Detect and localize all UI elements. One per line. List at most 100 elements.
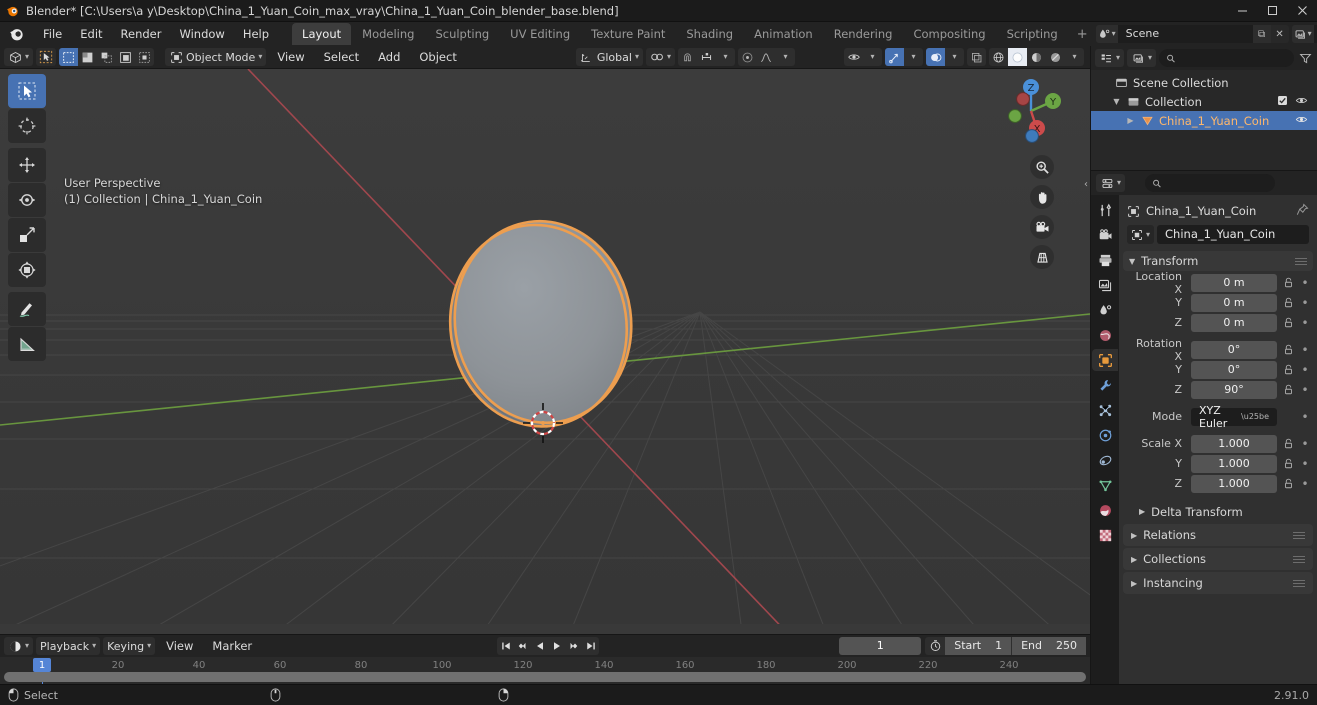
location-x-field[interactable]: 0 m xyxy=(1191,273,1277,292)
animate-property-dot[interactable]: • xyxy=(1299,363,1311,377)
object-data-tab[interactable] xyxy=(1092,474,1118,496)
viewport-sidebar-toggle[interactable]: ‹ xyxy=(1084,179,1088,190)
viewport-menu-select[interactable]: Select xyxy=(316,48,367,66)
workspace-tab-scripting[interactable]: Scripting xyxy=(997,23,1068,45)
unlink-scene-button[interactable]: ✕ xyxy=(1271,25,1289,43)
lock-icon[interactable] xyxy=(1281,277,1295,289)
view-axis-gizmo[interactable]: Z Y X xyxy=(994,74,1068,148)
outliner-editor-type-selector[interactable]: ▾ xyxy=(1095,49,1125,67)
modifiers-tab[interactable] xyxy=(1092,374,1118,396)
show-gizmo-icon[interactable] xyxy=(885,48,904,66)
zoom-icon[interactable] xyxy=(1030,155,1054,179)
previous-keyframe-icon[interactable] xyxy=(514,637,531,655)
properties-search[interactable] xyxy=(1145,174,1276,192)
animate-property-dot[interactable]: • xyxy=(1299,343,1311,357)
view-layer-tab[interactable] xyxy=(1092,274,1118,296)
object-expander[interactable]: ▶ xyxy=(1125,116,1136,125)
viewport-menu-view[interactable]: View xyxy=(269,48,312,66)
minimize-button[interactable] xyxy=(1227,0,1257,22)
pan-hand-icon[interactable] xyxy=(1030,185,1054,209)
scene-name[interactable]: Scene xyxy=(1117,25,1253,43)
end-frame-field[interactable]: End 250 xyxy=(1012,636,1086,655)
world-tab[interactable] xyxy=(1092,324,1118,346)
instancing-panel[interactable]: ▶ Instancing xyxy=(1123,572,1313,594)
rotate-tool[interactable] xyxy=(8,183,46,217)
lock-icon[interactable] xyxy=(1281,344,1295,356)
rotation-mode-dropdown[interactable]: XYZ Euler \u25be xyxy=(1191,404,1277,430)
scale-z-field[interactable]: 1.000 xyxy=(1191,474,1277,493)
annotate-tool[interactable] xyxy=(8,292,46,326)
workspace-tab-modeling[interactable]: Modeling xyxy=(352,23,424,45)
snap-pivot-selector[interactable]: ▾ xyxy=(645,48,675,66)
object-datablock-selector[interactable]: ▾ xyxy=(1127,225,1155,244)
play-icon[interactable] xyxy=(548,637,565,655)
workspace-tab-sculpting[interactable]: Sculpting xyxy=(425,23,499,45)
animate-property-dot[interactable]: • xyxy=(1299,477,1311,491)
animate-property-dot[interactable]: • xyxy=(1299,316,1311,330)
toggle-perspective-icon[interactable] xyxy=(1030,245,1054,269)
scene-tab[interactable] xyxy=(1092,299,1118,321)
outliner-row-scene-collection[interactable]: Scene Collection xyxy=(1091,73,1317,92)
next-keyframe-icon[interactable] xyxy=(565,637,582,655)
menu-help[interactable]: Help xyxy=(234,24,278,44)
move-tool[interactable] xyxy=(8,148,46,182)
outliner-row-china-1-yuan-coin[interactable]: ▶ China_1_Yuan_Coin xyxy=(1091,111,1317,130)
cursor-tool[interactable] xyxy=(8,109,46,143)
location-z-field[interactable]: 0 m xyxy=(1191,313,1277,332)
animate-property-dot[interactable]: • xyxy=(1299,276,1311,290)
viewport-menu-add[interactable]: Add xyxy=(370,48,408,66)
filter-icon[interactable] xyxy=(1297,52,1313,65)
workspace-tab-texture-paint[interactable]: Texture Paint xyxy=(581,23,675,45)
workspace-tab-compositing[interactable]: Compositing xyxy=(903,23,995,45)
select-invert-icon[interactable] xyxy=(116,48,135,66)
texture-tab[interactable] xyxy=(1092,524,1118,546)
new-scene-button[interactable]: ⧉ xyxy=(1252,25,1271,43)
view-layer-name[interactable]: View Layer xyxy=(1313,25,1317,43)
collection-expander[interactable]: ▼ xyxy=(1111,97,1122,106)
animate-property-dot[interactable]: • xyxy=(1299,383,1311,397)
object-visibility-eye-icon[interactable] xyxy=(1295,114,1308,128)
workspace-tab-animation[interactable]: Animation xyxy=(744,23,823,45)
tool-tab[interactable] xyxy=(1092,199,1118,221)
timeline-ruler[interactable]: 1 20 40 60 80 100 120 140 160 180 200 22… xyxy=(0,657,1090,684)
constraints-tab[interactable] xyxy=(1092,449,1118,471)
snap-magnet-icon[interactable] xyxy=(678,48,697,66)
animate-property-dot[interactable]: • xyxy=(1299,457,1311,471)
measure-tool[interactable] xyxy=(8,327,46,361)
render-tab[interactable] xyxy=(1092,224,1118,246)
lock-icon[interactable] xyxy=(1281,478,1295,490)
add-workspace-button[interactable]: + xyxy=(1069,27,1096,42)
use-preview-range-icon[interactable] xyxy=(925,639,945,652)
outliner-search-input[interactable] xyxy=(1180,51,1287,65)
lock-icon[interactable] xyxy=(1281,297,1295,309)
menu-window[interactable]: Window xyxy=(170,24,233,44)
delta-transform-subpanel[interactable]: ▶ Delta Transform xyxy=(1119,501,1317,522)
particles-tab[interactable] xyxy=(1092,399,1118,421)
viewport-menu-object[interactable]: Object xyxy=(411,48,464,66)
overlays-chevron-icon[interactable]: ▾ xyxy=(945,48,964,66)
toggle-xray-icon[interactable] xyxy=(967,48,986,66)
falloff-chevron-icon[interactable]: ▾ xyxy=(776,48,795,66)
physics-tab[interactable] xyxy=(1092,424,1118,446)
lock-icon[interactable] xyxy=(1281,317,1295,329)
timeline-horizontal-scrollbar[interactable] xyxy=(4,672,1086,682)
select-set-icon[interactable] xyxy=(59,48,79,66)
rotation-x-field[interactable]: 0° xyxy=(1191,340,1277,359)
material-preview-shading-icon[interactable] xyxy=(1027,48,1046,66)
lock-icon[interactable] xyxy=(1281,458,1295,470)
outliner-search[interactable] xyxy=(1159,49,1294,67)
wireframe-shading-icon[interactable] xyxy=(989,48,1008,66)
select-intersect-icon[interactable] xyxy=(135,48,154,66)
shading-chevron-icon[interactable]: ▾ xyxy=(1065,48,1084,66)
active-tool-indicator[interactable] xyxy=(36,48,57,66)
transform-orientation-selector[interactable]: Global ▾ xyxy=(575,48,643,66)
timeline-editor-type-selector[interactable]: ▾ xyxy=(4,637,34,655)
maximize-button[interactable] xyxy=(1257,0,1287,22)
proportional-edit-icon[interactable] xyxy=(738,48,757,66)
tweak-select-box-tool[interactable] xyxy=(8,74,46,108)
close-button[interactable] xyxy=(1287,0,1317,22)
object-mode-selector[interactable]: Object Mode ▾ xyxy=(165,48,267,66)
timeline-menu-view[interactable]: View xyxy=(158,637,201,655)
object-tab[interactable] xyxy=(1092,349,1118,371)
transform-panel-header[interactable]: ▼ Transform xyxy=(1123,251,1313,271)
